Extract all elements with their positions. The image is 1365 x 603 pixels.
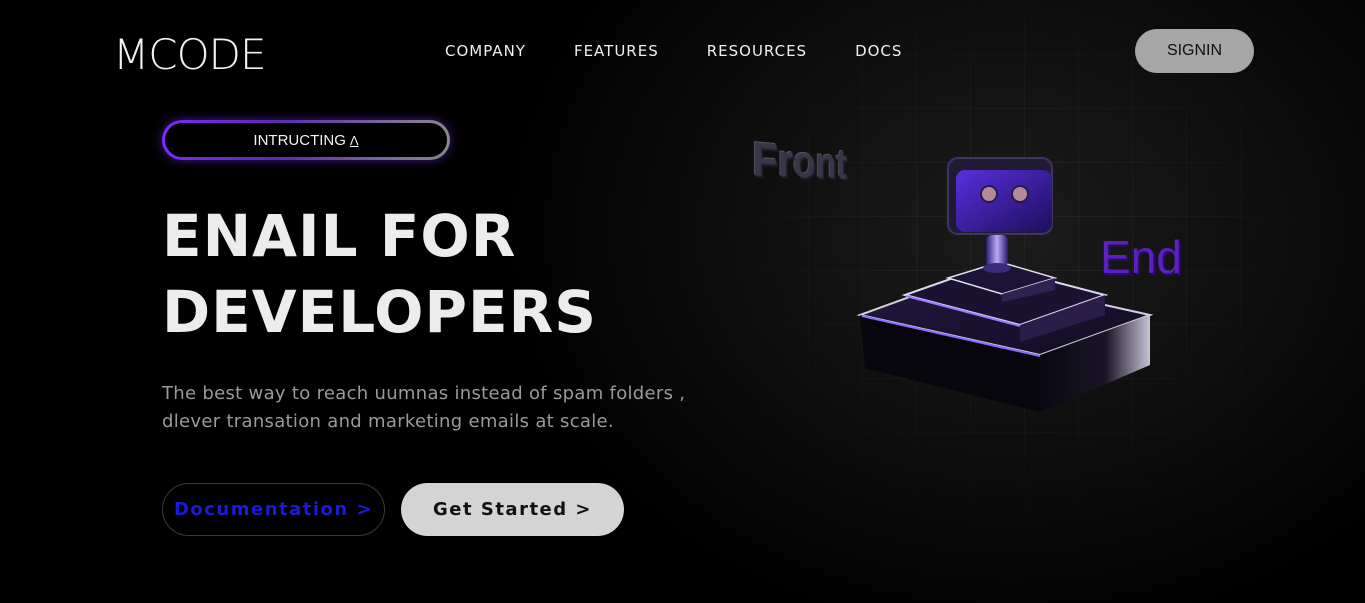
robot-neck — [986, 235, 1008, 267]
intro-badge[interactable]: INTRUCTING Λ — [162, 120, 450, 160]
robot-eye-right — [1011, 185, 1029, 203]
caret-up-icon: Λ — [349, 132, 359, 148]
headline-line-1: ENAIL FOR — [162, 202, 517, 270]
signin-button[interactable]: SIGNIN — [1135, 29, 1254, 73]
headline-line-2: DEVELOPERS — [162, 278, 598, 346]
robot-neck-joint — [983, 263, 1011, 273]
hero-subtitle: The best way to reach uumnas instead of … — [162, 380, 722, 436]
subtitle-line-1: The best way to reach uumnas instead of … — [162, 383, 686, 404]
front-3d-text: Front — [752, 133, 847, 188]
hero-headline: ENAIL FOR DEVELOPERS — [162, 198, 597, 350]
landing-page: MCODE COMPANY FEATURES RESOURCES DOCS SI… — [0, 0, 1365, 603]
get-started-button[interactable]: Get Started > — [401, 483, 624, 536]
main-nav: COMPANY FEATURES RESOURCES DOCS — [445, 42, 902, 60]
logo[interactable]: MCODE — [113, 30, 266, 79]
nav-features[interactable]: FEATURES — [574, 42, 659, 60]
robot-eye-left — [980, 185, 998, 203]
nav-resources[interactable]: RESOURCES — [707, 42, 807, 60]
documentation-button[interactable]: Documentation > — [162, 483, 385, 536]
robot-podium-illustration — [856, 157, 1154, 412]
nav-company[interactable]: COMPANY — [445, 42, 526, 60]
nav-docs[interactable]: DOCS — [855, 42, 902, 60]
badge-label: INTRUCTING — [253, 131, 346, 149]
robot-head-face — [956, 170, 1052, 232]
subtitle-line-2: dlever transation and marketing emails a… — [162, 411, 614, 432]
